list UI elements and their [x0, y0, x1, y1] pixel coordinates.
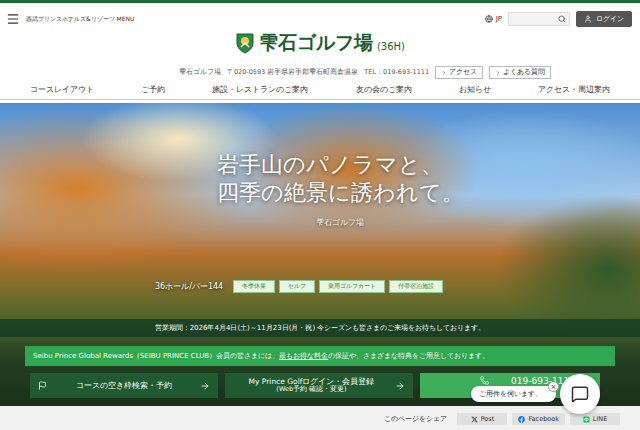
tag-row: 36ホール/パー144 冬季休業セルフ乗用ゴルフカート付帯宿泊施設: [0, 228, 640, 293]
logo-emblem-icon: [235, 32, 255, 54]
nav-item[interactable]: 施設・レストランのご案内: [212, 85, 308, 95]
member-button[interactable]: My Prince Golfログイン・会員登録(Web予約 確認・変更): [225, 373, 413, 398]
share-x-button[interactable]: Post: [457, 413, 507, 425]
hero-headline-line: 岩手山のパノラマと、: [217, 151, 464, 179]
logo-suffix[interactable]: (36H): [377, 41, 405, 52]
share-button-label[interactable]: Post: [481, 415, 495, 423]
reserve-button[interactable]: コースの空き枠検索・予約: [30, 373, 218, 398]
chat-widget: ご用件を伺います。×: [471, 374, 600, 414]
share-label: このページをシェア: [384, 414, 447, 424]
search-box[interactable]: [508, 12, 570, 26]
brand-menu-label[interactable]: 西武プリンスホテルズ&リゾーツ MENU: [26, 15, 134, 24]
rewards-link[interactable]: 最もお得な料金: [279, 352, 328, 360]
action-subtitle[interactable]: (Web予約 確認・変更): [276, 386, 346, 394]
info-link[interactable]: よくある質問: [489, 66, 551, 79]
nav-item[interactable]: お知らせ: [459, 85, 491, 95]
hero-headline: 岩手山のパノラマと、四季の絶景に誘われて。: [217, 151, 464, 207]
hero-headline-line: 四季の絶景に誘われて。: [217, 179, 464, 207]
site-header: 西武プリンスホテルズ&リゾーツ MENUJPログイン雫石ゴルフ場(36H)雫石ゴ…: [0, 0, 640, 100]
logo-name[interactable]: 雫石ゴルフ場: [259, 30, 373, 56]
hero: 岩手山のパノラマと、四季の絶景に誘われて。雫石ゴルフ場 36ホール/パー144 冬季…: [0, 103, 640, 406]
arrow-right-icon: [200, 381, 210, 391]
search-icon[interactable]: [558, 15, 566, 23]
x-icon: [471, 416, 478, 423]
line-icon: [583, 416, 590, 423]
user-icon: [584, 15, 592, 23]
chevron-icon: [441, 70, 447, 76]
share-button-label[interactable]: LINE: [593, 415, 608, 423]
feature-tag: セルフ: [279, 280, 315, 293]
share-facebook-button[interactable]: Facebook: [512, 413, 565, 425]
action-label[interactable]: コースの空き枠検索・予約: [52, 381, 195, 390]
login-button[interactable]: ログイン: [576, 11, 632, 27]
logo[interactable]: 雫石ゴルフ場 (36H): [0, 30, 640, 56]
nav-item[interactable]: コースレイアウト: [30, 85, 94, 95]
action-label[interactable]: My Prince Golfログイン・会員登録(Web予約 確認・変更): [233, 377, 390, 394]
course-spec: 36ホール/パー144: [155, 281, 223, 292]
chat-bubble[interactable]: ご用件を伺います。×: [471, 386, 556, 402]
hero-text: 岩手山のパノラマと、四季の絶景に誘われて。雫石ゴルフ場: [0, 103, 640, 228]
hero-subtitle: 雫石ゴルフ場: [316, 217, 364, 228]
globe-icon: [485, 15, 493, 23]
rewards-banner: Seibu Prince Global Rewards（SEIBU PRINCE…: [25, 346, 615, 366]
facebook-icon: [518, 416, 525, 423]
feature-tag: 付帯宿泊施設: [389, 280, 443, 293]
chat-icon: [571, 385, 589, 403]
language-select[interactable]: JP: [485, 15, 502, 23]
chat-close-button[interactable]: ×: [548, 381, 559, 392]
chat-button[interactable]: [560, 374, 600, 414]
page: 西武プリンスホテルズ&リゾーツ MENUJPログイン雫石ゴルフ場(36H)雫石ゴ…: [0, 0, 640, 430]
season-notice: 営業期間：2026年4月4日(土)～11月23日(月・祝) 今シーズンも皆さまの…: [0, 319, 640, 337]
actions-row: コースの空き枠検索・予約 My Prince Golfログイン・会員登録(Web予…: [0, 366, 640, 406]
info-link[interactable]: アクセス: [435, 66, 483, 79]
info-tel: TEL：019-693-1111: [364, 68, 429, 77]
share-bar: このページをシェア Post Facebook LINE: [0, 406, 640, 430]
language-label[interactable]: JP: [496, 15, 502, 23]
info-address: 〒020-0593 岩手県岩手郡雫石町高倉温泉: [227, 68, 358, 77]
nav-item[interactable]: アクセス・周辺案内: [538, 85, 610, 95]
top-actions: JP ログイン: [485, 11, 632, 27]
phone-icon: [480, 376, 489, 385]
share-line-button[interactable]: LINE: [570, 413, 620, 425]
top-bar: 西武プリンスホテルズ&リゾーツ MENU JP ログイン: [0, 3, 640, 30]
flag-icon: [38, 381, 47, 390]
login-label[interactable]: ログイン: [596, 14, 624, 24]
info-name: 雫石ゴルフ場: [179, 68, 221, 77]
arrow-right-icon: [395, 381, 405, 391]
nav-item[interactable]: 友の会のご案内: [356, 85, 412, 95]
info-row: 雫石ゴルフ場〒020-0593 岩手県岩手郡雫石町高倉温泉 TEL：019-693…: [0, 56, 640, 81]
nav-item[interactable]: ご予約: [141, 85, 165, 95]
action-title[interactable]: My Prince Golfログイン・会員登録: [249, 377, 375, 386]
main-nav: コースレイアウト ご予約 施設・レストランのご案内 友の会のご案内 お知らせ アクセス・周…: [0, 81, 640, 100]
feature-tag: 乗用ゴルフカート: [319, 280, 385, 293]
action-title[interactable]: コースの空き枠検索・予約: [76, 381, 172, 390]
brand-menu[interactable]: 西武プリンスホテルズ&リゾーツ MENU: [6, 12, 134, 26]
feature-tag: 冬季休業: [233, 280, 275, 293]
menu-icon[interactable]: [6, 12, 20, 26]
chevron-icon: [495, 70, 501, 76]
share-button-label[interactable]: Facebook: [528, 415, 559, 423]
